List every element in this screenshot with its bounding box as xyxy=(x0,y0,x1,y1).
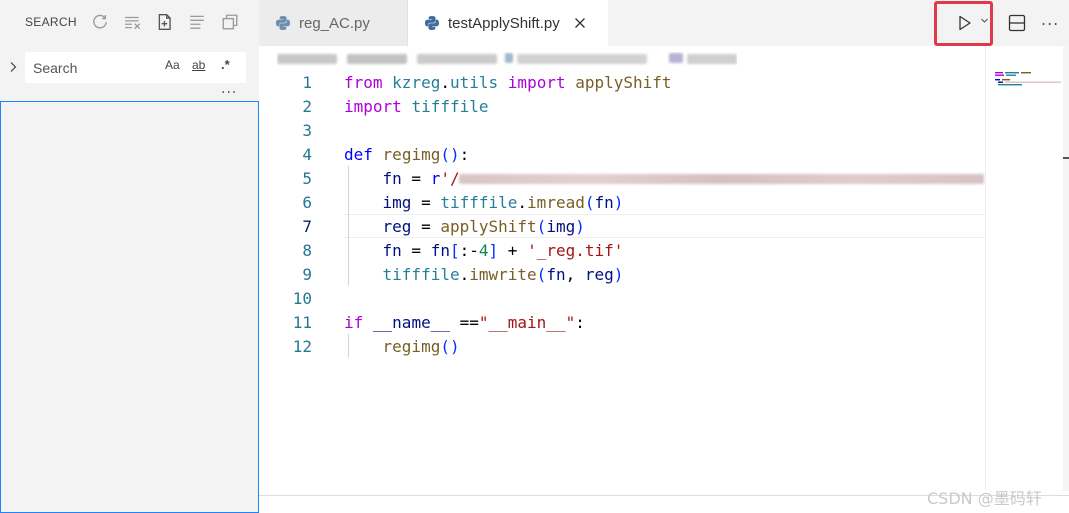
code-line: 12 regimg() xyxy=(259,335,985,359)
line-number: 8 xyxy=(302,241,312,260)
match-case-toggle[interactable]: Aa xyxy=(165,58,180,72)
code-line: 2 import tifffile xyxy=(259,95,985,119)
code-text: fn = r'/ xyxy=(382,169,460,188)
line-number: 3 xyxy=(302,121,312,140)
split-editor-icon[interactable] xyxy=(1007,13,1027,33)
play-icon xyxy=(959,15,971,31)
code-text: if __name__ =="__main__": xyxy=(344,313,585,332)
tab-label: testApplyShift.py xyxy=(448,14,560,32)
minimap[interactable] xyxy=(985,46,1064,491)
line-number: 2 xyxy=(302,97,312,116)
code-line: 10 xyxy=(259,287,985,311)
editor-tab-bar: reg_AC.py testApplyShift.py ... xyxy=(259,0,1069,46)
run-python-file-button[interactable] xyxy=(934,1,993,46)
code-text: reg = applyShift(img) xyxy=(382,217,585,236)
line-number: 10 xyxy=(292,289,312,308)
redacted-path xyxy=(459,174,984,184)
scrollbar-cursor-marker xyxy=(1063,157,1069,159)
toggle-replace-chevron-icon[interactable] xyxy=(5,59,21,75)
code-line: 11 if __name__ =="__main__": xyxy=(259,311,985,335)
python-icon xyxy=(425,16,439,30)
line-number: 11 xyxy=(292,313,312,332)
more-actions-button[interactable]: ... xyxy=(1041,12,1061,33)
breadcrumb xyxy=(277,52,737,66)
code-text: regimg() xyxy=(382,337,460,356)
code-line: 8 fn = fn[:-4] + '_reg.tif' xyxy=(259,239,985,263)
code-line: 5 fn = r'/ xyxy=(259,167,985,191)
line-number: 7 xyxy=(302,217,312,236)
code-line: 1 from kzreg.utils import applyShift xyxy=(259,71,985,95)
sidebar-header: SEARCH xyxy=(0,0,259,44)
sidebar-title: SEARCH xyxy=(25,15,77,29)
tab-test-apply-shift[interactable]: testApplyShift.py xyxy=(408,0,608,46)
search-input[interactable] xyxy=(25,52,168,83)
new-search-editor-icon[interactable] xyxy=(155,12,175,32)
tab-label: reg_AC.py xyxy=(299,14,370,32)
code-editor[interactable]: 1 from kzreg.utils import applyShift 2 i… xyxy=(259,46,1069,513)
line-number: 12 xyxy=(292,337,312,356)
line-number: 9 xyxy=(302,265,312,284)
code-line: 6 img = tifffile.imread(fn) xyxy=(259,191,985,215)
code-text: fn = fn[:-4] + '_reg.tif' xyxy=(382,241,624,260)
python-icon xyxy=(276,16,290,30)
watermark: CSDN @墨码轩 xyxy=(927,489,1042,508)
line-number: 1 xyxy=(302,73,312,92)
code-line: 9 tifffile.imwrite(fn, reg) xyxy=(259,263,985,287)
chevron-down-icon[interactable] xyxy=(980,16,989,25)
vertical-scrollbar[interactable] xyxy=(1063,46,1069,491)
toggle-search-details-button[interactable]: ... xyxy=(221,81,237,97)
minimap-preview xyxy=(995,72,1061,86)
code-line: 7 reg = applyShift(img) xyxy=(259,215,985,239)
code-text: from kzreg.utils import applyShift xyxy=(344,73,672,92)
search-box: Aa ab .* xyxy=(25,52,246,83)
code-text: tifffile.imwrite(fn, reg) xyxy=(382,265,624,284)
code-text: import tifffile xyxy=(344,97,489,116)
code-line: 4 def regimg(): xyxy=(259,143,985,167)
view-as-tree-icon[interactable] xyxy=(187,12,207,32)
search-row: Aa ab .* xyxy=(0,52,259,84)
code-line: 3 xyxy=(259,119,985,143)
line-number: 6 xyxy=(302,193,312,212)
collapse-all-icon[interactable] xyxy=(220,12,240,32)
code-text: img = tifffile.imread(fn) xyxy=(382,193,624,212)
code-text: def regimg(): xyxy=(344,145,470,164)
tab-reg-ac[interactable]: reg_AC.py xyxy=(259,0,408,46)
match-whole-word-toggle[interactable]: ab xyxy=(192,58,205,72)
use-regex-toggle[interactable]: .* xyxy=(221,57,230,72)
clear-results-icon[interactable] xyxy=(123,12,143,32)
close-icon[interactable] xyxy=(572,15,588,31)
search-results-pane[interactable] xyxy=(0,101,259,513)
search-sidebar: SEARCH Aa ab .* ... xyxy=(0,0,259,513)
refresh-icon[interactable] xyxy=(90,12,110,32)
line-number: 4 xyxy=(302,145,312,164)
line-number: 5 xyxy=(302,169,312,188)
